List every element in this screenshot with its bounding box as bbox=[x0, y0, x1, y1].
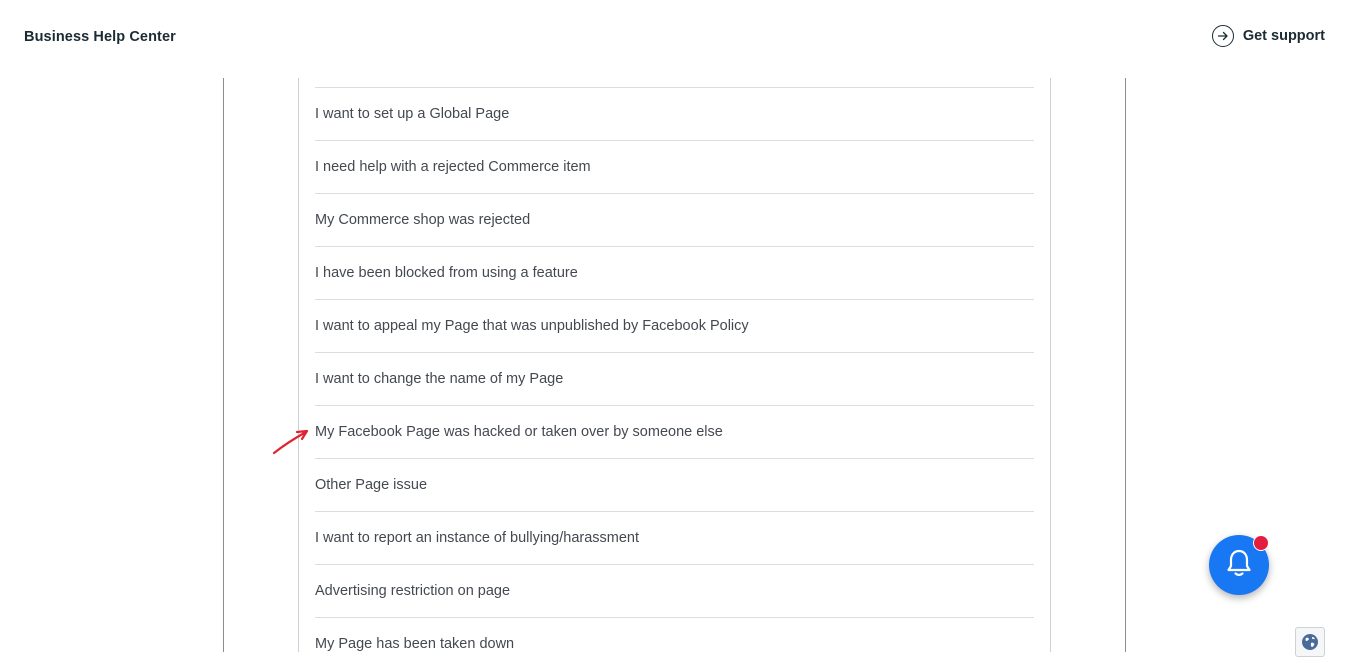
issue-option-label: My Commerce shop was rejected bbox=[315, 212, 531, 228]
issue-option-label: I want to report an instance of bullying… bbox=[315, 530, 640, 546]
issue-option[interactable]: Other Page issue bbox=[315, 458, 1034, 511]
issue-option-label: Other Page issue bbox=[315, 477, 428, 493]
issue-option[interactable]: I have been blocked from using a feature bbox=[315, 246, 1034, 299]
language-button[interactable] bbox=[1295, 627, 1325, 657]
annotation-arrow-icon bbox=[272, 429, 309, 455]
top-header: Business Help Center Get support bbox=[0, 0, 1347, 78]
issue-option-label: My Page has been taken down bbox=[315, 636, 515, 652]
bell-icon bbox=[1222, 546, 1256, 585]
issue-option[interactable]: I want to set up a Global Page bbox=[315, 87, 1034, 140]
issue-option[interactable]: I want to change the name of my Page bbox=[315, 352, 1034, 405]
issue-option[interactable]: I want to appeal my Page that was unpubl… bbox=[315, 299, 1034, 352]
issue-option-hacked-page[interactable]: My Facebook Page was hacked or taken ove… bbox=[315, 405, 1034, 458]
issue-option-label: I want to appeal my Page that was unpubl… bbox=[315, 318, 749, 334]
notification-badge bbox=[1253, 535, 1269, 551]
arrow-right-circle-icon bbox=[1211, 25, 1234, 47]
issue-option[interactable]: I want to report an instance of bullying… bbox=[315, 511, 1034, 564]
issue-option[interactable]: Advertising restriction on page bbox=[315, 564, 1034, 617]
issue-option[interactable]: My Commerce shop was rejected bbox=[315, 193, 1034, 246]
issue-option-label: I want to change the name of my Page bbox=[315, 371, 564, 387]
get-support-button[interactable]: Get support bbox=[1211, 25, 1325, 47]
issue-option-label: Advertising restriction on page bbox=[315, 583, 511, 599]
issue-list: I want to set up a Global Page I need he… bbox=[315, 87, 1034, 670]
issue-option[interactable]: I need help with a rejected Commerce ite… bbox=[315, 140, 1034, 193]
brand-title[interactable]: Business Help Center bbox=[24, 29, 176, 45]
issue-option[interactable]: My Page has been taken down bbox=[315, 617, 1034, 670]
issue-option-label: I need help with a rejected Commerce ite… bbox=[315, 159, 591, 175]
get-support-label: Get support bbox=[1242, 28, 1325, 44]
issue-option-label: My Facebook Page was hacked or taken ove… bbox=[315, 424, 723, 440]
issue-option-label: I want to set up a Global Page bbox=[315, 106, 510, 122]
issue-option-label: I have been blocked from using a feature bbox=[315, 265, 578, 281]
globe-icon bbox=[1301, 633, 1319, 656]
